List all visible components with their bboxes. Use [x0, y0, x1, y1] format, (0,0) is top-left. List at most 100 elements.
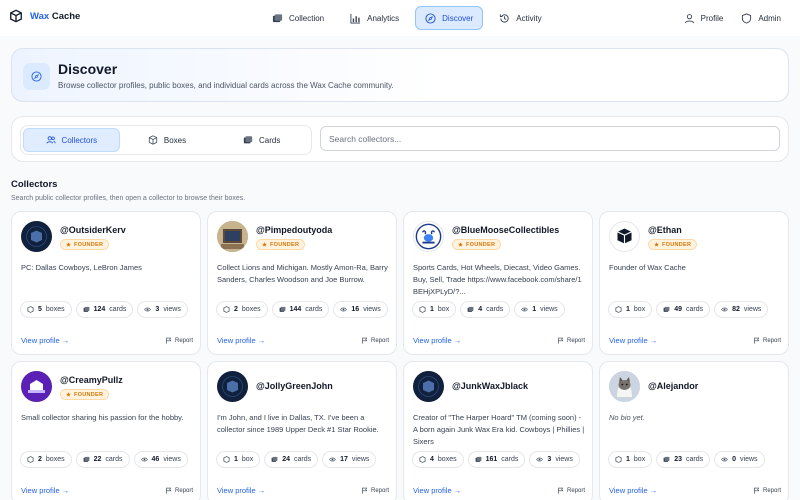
cards-stat: 4 cards — [460, 301, 511, 318]
cards-icon — [279, 306, 286, 312]
views-stat: 3 views — [137, 301, 188, 318]
report-button[interactable]: Report — [165, 337, 193, 344]
cards-stat: 22 cards — [75, 451, 130, 468]
view-profile-link[interactable]: View profile → — [217, 336, 265, 345]
filter-bar: Collectors Boxes Cards — [11, 116, 789, 162]
tab-collectors[interactable]: Collectors — [23, 128, 120, 152]
box-icon — [615, 306, 622, 313]
box-icon — [419, 456, 426, 463]
boxes-stat: 1 box — [608, 301, 653, 318]
collector-card[interactable]: @Pimpedoutyoda FOUNDER Collect Lions and… — [207, 211, 397, 355]
top-nav: Wax Cache Collection Analytics Discover … — [0, 0, 800, 36]
collector-username[interactable]: @Pimpedoutyoda — [256, 225, 332, 235]
history-icon — [500, 13, 509, 23]
cards-stat: 23 cards — [656, 451, 711, 468]
nav-analytics[interactable]: Analytics — [340, 6, 409, 30]
collector-card[interactable]: @Ethan FOUNDER Founder of Wax Cache 1 box… — [599, 211, 789, 355]
collector-username[interactable]: @CreamyPullz — [60, 375, 123, 385]
view-profile-link[interactable]: View profile → — [21, 486, 69, 495]
collector-username[interactable]: @JunkWaxJblack — [452, 381, 528, 391]
eye-icon — [144, 307, 152, 312]
view-profile-link[interactable]: View profile → — [413, 486, 461, 495]
cards-icon — [663, 306, 670, 312]
flag-icon — [362, 337, 368, 344]
avatar — [217, 371, 248, 402]
compass-icon — [23, 63, 50, 90]
collector-stats: 5 boxes 124 cards 3 views — [20, 301, 188, 318]
tab-cards[interactable]: Cards — [214, 128, 309, 152]
eye-icon — [721, 307, 728, 312]
nav-discover[interactable]: Discover — [415, 6, 484, 30]
tab-boxes[interactable]: Boxes — [120, 128, 215, 152]
boxes-stat: 2 boxes — [216, 301, 268, 318]
view-profile-link[interactable]: View profile → — [21, 336, 69, 345]
section-subtitle: Search public collector profiles, then o… — [11, 195, 246, 202]
eye-icon — [329, 457, 336, 462]
collector-card[interactable]: @OutsiderKerv FOUNDER PC: Dallas Cowboys… — [11, 211, 201, 355]
box-icon — [615, 456, 622, 463]
view-profile-link[interactable]: View profile → — [413, 336, 461, 345]
views-stat: 3 views — [529, 451, 580, 468]
report-button[interactable]: Report — [753, 337, 781, 344]
collector-card[interactable]: @BlueMooseCollectibles FOUNDER Sports Ca… — [403, 211, 593, 355]
collector-bio: Creator of "The Harper Hoard" TM (coming… — [413, 413, 585, 446]
collector-stats: 4 boxes 161 cards 3 views — [412, 451, 580, 468]
views-stat: 46 views — [133, 451, 188, 468]
collector-username[interactable]: @Ethan — [648, 225, 682, 235]
flag-icon — [754, 487, 760, 494]
report-button[interactable]: Report — [361, 487, 389, 494]
collector-card[interactable]: @JollyGreenJohn I'm John, and I live in … — [207, 361, 397, 500]
cards-icon — [271, 456, 278, 462]
section-title: Collectors — [11, 179, 58, 190]
flag-icon — [754, 337, 760, 344]
collector-card[interactable]: @CreamyPullz FOUNDER Small collector sha… — [11, 361, 201, 500]
collector-bio: Collect Lions and Michigan. Mostly Amon-… — [217, 263, 388, 284]
box-icon — [27, 456, 34, 463]
collector-card[interactable]: @Alejandor No bio yet. 1 box 23 cards 0 vie… — [599, 361, 789, 500]
report-button[interactable]: Report — [361, 337, 389, 344]
shield-icon — [742, 12, 752, 24]
nav-collection[interactable]: Collection — [262, 6, 334, 30]
cards-icon — [475, 456, 482, 462]
nav-activity[interactable]: Activity — [489, 6, 551, 30]
collector-username[interactable]: @Alejandor — [648, 381, 698, 391]
report-button[interactable]: Report — [557, 337, 585, 344]
box-logo-icon — [10, 9, 22, 23]
eye-icon — [521, 307, 528, 312]
cards-stat: 124 cards — [75, 301, 134, 318]
collector-card[interactable]: @JunkWaxJblack Creator of "The Harper Ho… — [403, 361, 593, 500]
collector-bio: Sports Cards, Hot Wheels, Diecast, Video… — [413, 263, 582, 296]
eye-icon — [721, 457, 728, 462]
box-icon — [419, 306, 426, 313]
discover-header: Discover Browse collector profiles, publ… — [11, 48, 789, 102]
nav-admin[interactable]: Admin — [738, 6, 784, 30]
collector-bio: Small collector sharing his passion for … — [21, 413, 184, 422]
box-icon — [148, 135, 158, 145]
page-subtitle: Browse collector profiles, public boxes,… — [58, 81, 394, 90]
cards-icon — [83, 456, 90, 462]
avatar — [609, 371, 640, 402]
app-logo[interactable]: Wax Cache — [9, 9, 80, 23]
app-name: Wax Cache — [30, 10, 81, 22]
cards-icon — [467, 306, 474, 312]
report-button[interactable]: Report — [557, 487, 585, 494]
collector-bio: I'm John, and I live in Dallas, TX. I've… — [217, 413, 379, 434]
view-profile-link[interactable]: View profile → — [217, 486, 265, 495]
collector-bio: Founder of Wax Cache — [609, 263, 686, 272]
report-button[interactable]: Report — [165, 487, 193, 494]
cards-icon — [272, 13, 283, 22]
view-profile-link[interactable]: View profile → — [609, 486, 657, 495]
collector-username[interactable]: @BlueMooseCollectibles — [452, 225, 559, 235]
views-stat: 82 views — [714, 301, 769, 318]
collector-username[interactable]: @JollyGreenJohn — [256, 381, 333, 391]
collector-stats: 2 boxes 144 cards 16 views — [216, 301, 388, 318]
nav-profile[interactable]: Profile — [681, 6, 727, 30]
avatar — [609, 221, 640, 252]
user-icon — [684, 13, 694, 23]
report-button[interactable]: Report — [753, 487, 781, 494]
flag-icon — [558, 337, 564, 344]
search-input[interactable] — [320, 126, 780, 151]
cards-stat: 144 cards — [271, 301, 330, 318]
view-profile-link[interactable]: View profile → — [609, 336, 657, 345]
collector-username[interactable]: @OutsiderKerv — [60, 225, 126, 235]
